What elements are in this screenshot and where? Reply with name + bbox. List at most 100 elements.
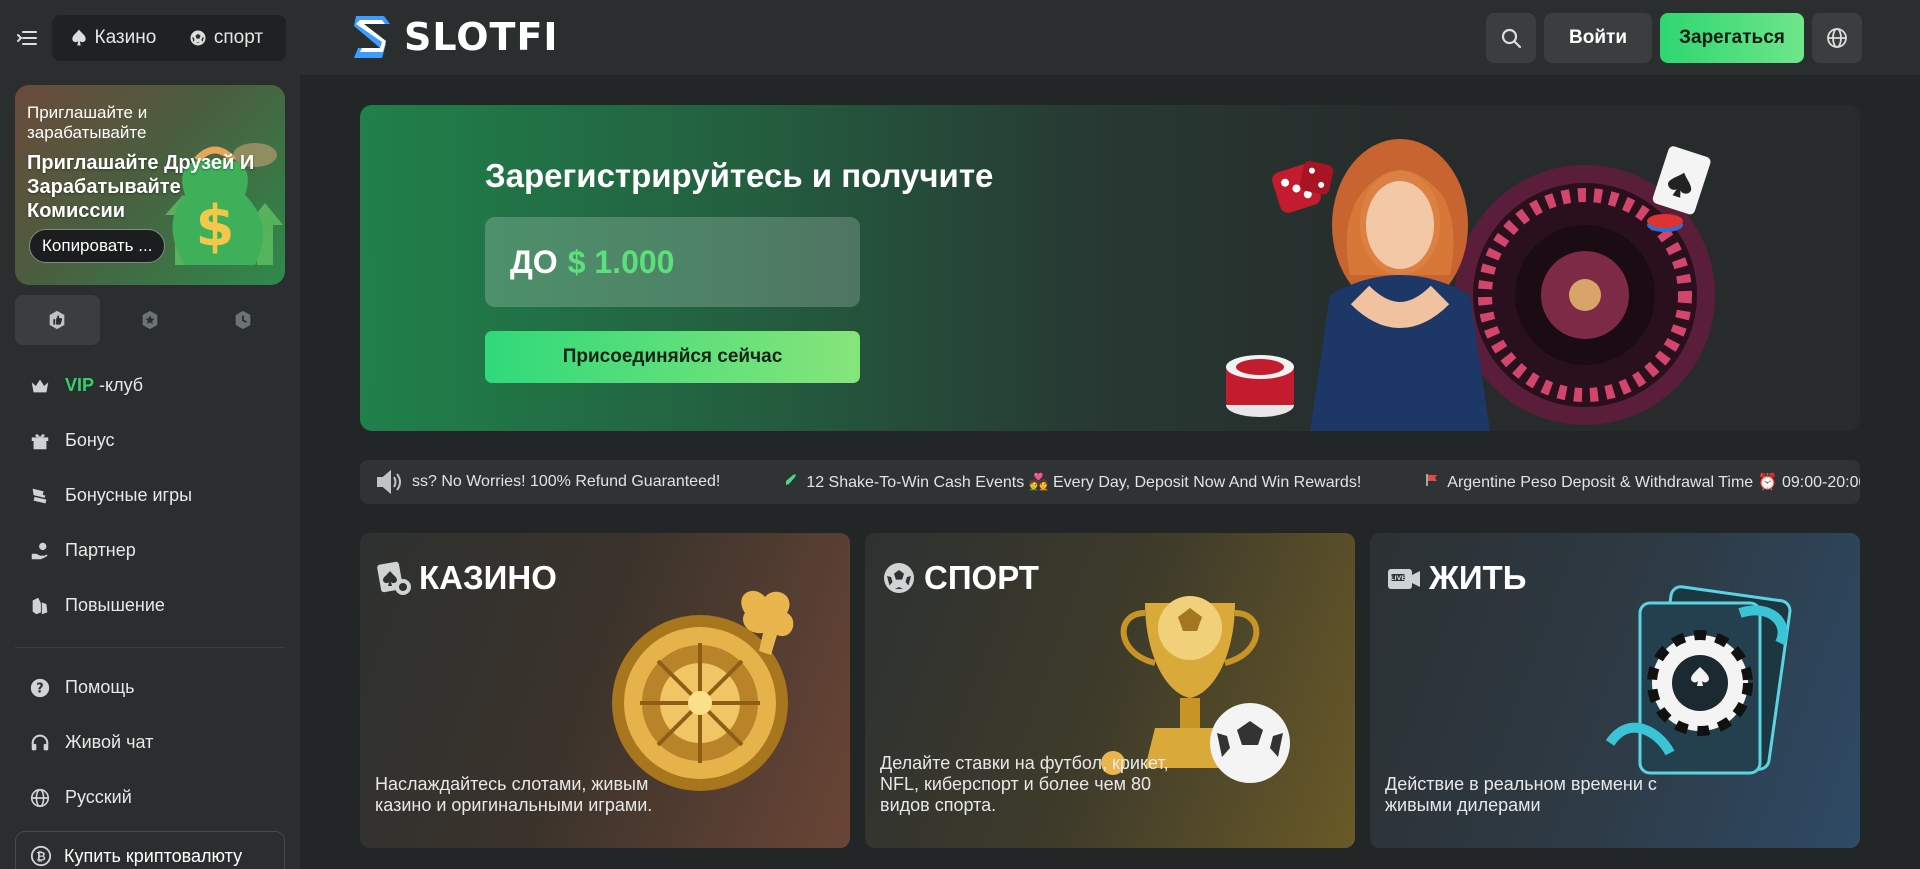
card-live-desc: Действие в реальном времени с живыми дил… — [1385, 774, 1657, 815]
casino-cards-icon — [377, 561, 411, 595]
tags-icon — [32, 597, 48, 614]
globe-icon — [1827, 28, 1847, 48]
sidebar-tabs — [15, 295, 285, 345]
hero-casino-illustration — [1226, 139, 1715, 431]
svg-text:₿: ₿ — [36, 850, 46, 864]
promo-kicker: Приглашайте и зарабатывайте — [27, 103, 148, 142]
copy-referral-button[interactable]: Копировать ... — [29, 229, 166, 263]
hero-banner[interactable]: Зарегистрируйтесь и получите ДО $ 1.000 … — [360, 105, 1860, 431]
help-icon: ? — [30, 678, 50, 697]
card-casino-heading: КАЗИНО — [375, 559, 557, 597]
sidebar-item-label: Русский — [65, 787, 132, 807]
sidebar-item-label: Партнер — [65, 540, 136, 560]
flag-icon — [1425, 473, 1439, 491]
sidebar-item-vip[interactable]: VIP -клуб — [15, 358, 285, 413]
sidebar-item-label: Помощь — [65, 677, 135, 697]
register-button[interactable]: Зарегаться — [1660, 13, 1804, 63]
toggle-casino[interactable]: Казино — [58, 20, 167, 56]
sidebar-item-label: Бонусные игры — [65, 485, 193, 505]
partner-hand-icon — [31, 542, 48, 559]
spade-icon — [71, 29, 86, 45]
sidebar-item-live-chat[interactable]: Живой чат — [15, 715, 285, 770]
clock-icon — [235, 310, 251, 330]
card-sport-heading: СПОРТ — [880, 559, 1039, 597]
sidebar-item-label: Живой чат — [65, 732, 154, 752]
buy-crypto-button[interactable]: ₿ Купить криптовалюту — [15, 831, 285, 869]
hero-amount-prefix: ДО — [510, 243, 558, 280]
star-icon — [142, 310, 158, 330]
hero-bonus-amount: ДО $ 1.000 — [485, 217, 860, 307]
login-button[interactable]: Войти — [1544, 13, 1652, 63]
rocket-icon — [784, 473, 798, 491]
thumbs-up-icon — [49, 310, 65, 330]
card-live[interactable]: LIVE ЖИТЬ Действие в реальном времени с … — [1370, 533, 1860, 848]
ticker-item: 12 Shake-To-Win Cash Events 💑 Every Day,… — [784, 472, 1361, 492]
card-sport-desc: Делайте ставки на футбол, крикет, NFL, к… — [880, 753, 1169, 815]
top-header: SLOTFI Войти Зарегаться — [300, 0, 1920, 75]
bitcoin-icon: ₿ — [30, 845, 52, 867]
search-button[interactable] — [1486, 13, 1536, 63]
vip-accent: VIP — [65, 375, 95, 395]
card-sport[interactable]: СПОРТ Делайте ставки на футбол, крикет, … — [865, 533, 1355, 848]
ticker-text: ss? No Worries! 100% Refund Guaranteed! — [412, 473, 721, 490]
nav-divider — [15, 647, 285, 648]
ticker-text: Argentine Peso Deposit & Withdrawal Time… — [1447, 474, 1860, 491]
live-camera-icon: LIVE — [1388, 569, 1420, 589]
svg-text:?: ? — [36, 681, 43, 696]
hero-title: Зарегистрируйтесь и получите — [485, 157, 994, 194]
card-live-title: ЖИТЬ — [1429, 559, 1527, 596]
card-sport-title: СПОРТ — [924, 559, 1039, 596]
announcement-ticker[interactable]: ss? No Worries! 100% Refund Guaranteed! … — [360, 460, 1860, 504]
casino-sport-toggle: Казино спорт — [51, 14, 286, 61]
promo-title: Приглашайте Друзей И Зарабатывайте Комис… — [27, 152, 255, 222]
ticker-track: ss? No Worries! 100% Refund Guaranteed! … — [412, 472, 1860, 492]
toggle-casino-label: Казино — [94, 26, 157, 48]
speaker-icon — [377, 469, 401, 495]
toggle-sport-label: спорт — [213, 26, 264, 48]
sidebar-item-partner[interactable]: Партнер — [15, 523, 285, 578]
ticker-item: Argentine Peso Deposit & Withdrawal Time… — [1425, 472, 1860, 492]
site-logo[interactable]: SLOTFI — [350, 12, 559, 62]
logo-mark-icon — [354, 16, 390, 58]
tab-starred[interactable] — [108, 295, 193, 345]
sidebar-item-label: Бонус — [65, 430, 115, 450]
search-icon — [1501, 28, 1522, 49]
sidebar-item-bonus[interactable]: Бонус — [15, 413, 285, 468]
crown-icon — [31, 379, 49, 392]
header-actions: Войти Зарегаться — [1486, 13, 1862, 63]
globe-icon — [30, 788, 50, 807]
headset-icon — [31, 734, 49, 750]
ticker-item: ss? No Worries! 100% Refund Guaranteed! — [412, 472, 720, 492]
sidebar-item-vip-label: VIP -клуб — [65, 375, 143, 396]
ticket-icon — [32, 488, 47, 503]
card-live-heading: LIVE ЖИТЬ — [1385, 559, 1526, 597]
sidebar-nav: VIP -клуб Бонус Бонусные игры Партнер По… — [15, 358, 285, 869]
sidebar-item-label: Повышение — [65, 595, 165, 615]
svg-text:LIVE: LIVE — [1391, 575, 1406, 582]
ticker-text: 12 Shake-To-Win Cash Events 💑 Every Day,… — [806, 474, 1362, 491]
sidebar-item-promotions[interactable]: Повышение — [15, 578, 285, 633]
live-cards-chip-icon — [1605, 585, 1792, 775]
soccer-ball-icon — [190, 30, 206, 45]
hero-amount: $ 1.000 — [567, 243, 675, 280]
sidebar-item-bonus-games[interactable]: Бонусные игры — [15, 468, 285, 523]
referral-promo-banner[interactable]: $ Приглашайте и зарабатывайте Приглашайт… — [15, 85, 285, 285]
sidebar-item-help[interactable]: ? Помощь — [15, 660, 285, 715]
tab-favorites[interactable] — [15, 295, 100, 345]
sidebar-item-language[interactable]: Русский — [15, 770, 285, 825]
sidebar-top: Казино спорт — [0, 0, 300, 75]
sidebar: Казино спорт $ Приглашайте и зарабатывай… — [0, 0, 300, 869]
golden-roulette-icon — [612, 590, 794, 791]
logo-text: SLOTFI — [404, 15, 559, 59]
tab-recent[interactable] — [200, 295, 285, 345]
card-casino-title: КАЗИНО — [419, 559, 557, 596]
card-casino[interactable]: КАЗИНО Наслаждайтесь слотами, живым кази… — [360, 533, 850, 848]
toggle-sport[interactable]: спорт — [171, 20, 280, 56]
gift-icon — [31, 433, 49, 449]
join-now-button[interactable]: Присоединяйся сейчас — [485, 331, 860, 383]
language-button[interactable] — [1812, 13, 1862, 63]
vip-label: -клуб — [99, 375, 144, 395]
soccer-ball-icon — [884, 563, 914, 593]
menu-collapse-icon[interactable] — [14, 25, 40, 51]
card-casino-desc: Наслаждайтесь слотами, живым казино и ор… — [375, 774, 653, 815]
